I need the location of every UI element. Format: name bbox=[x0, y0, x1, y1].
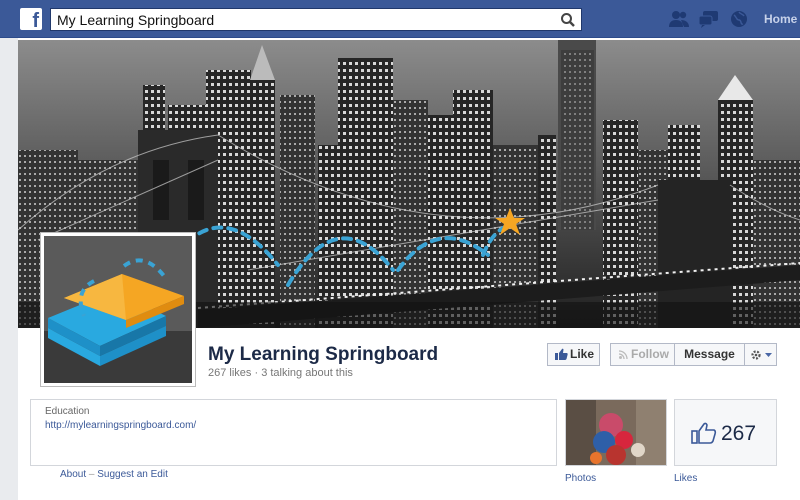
page-stats: 267 likes · 3 talking about this bbox=[208, 367, 353, 379]
page-category: Education bbox=[45, 406, 90, 417]
profile-picture[interactable] bbox=[40, 232, 196, 387]
photos-label[interactable]: Photos bbox=[565, 473, 596, 484]
follow-button[interactable]: Follow bbox=[611, 344, 675, 365]
thumbs-up-icon bbox=[555, 348, 568, 360]
likes-count: 267 bbox=[721, 422, 757, 445]
page-title[interactable]: My Learning Springboard bbox=[208, 344, 438, 366]
rss-icon bbox=[619, 350, 628, 359]
about-box: Education http://mylearningspringboard.c… bbox=[30, 399, 557, 466]
chevron-down-icon bbox=[765, 353, 772, 357]
photos-thumbnail[interactable] bbox=[565, 399, 667, 466]
profile-picture-image bbox=[44, 236, 192, 383]
settings-dropdown-button[interactable] bbox=[745, 344, 777, 365]
facebook-logo[interactable]: f bbox=[20, 8, 42, 30]
website-link[interactable]: http://mylearningspringboard.com/ bbox=[45, 420, 196, 431]
messages-icon[interactable] bbox=[698, 9, 720, 29]
about-link[interactable]: About bbox=[60, 469, 86, 480]
gear-icon bbox=[751, 350, 772, 360]
thumbs-up-icon bbox=[691, 422, 717, 444]
like-button[interactable]: Like bbox=[547, 343, 600, 366]
likes-box[interactable]: 267 bbox=[674, 399, 777, 466]
top-navigation-bar: f My Learning Springboard Home bbox=[0, 0, 800, 38]
home-link[interactable]: Home bbox=[764, 12, 797, 26]
like-button-label: Like bbox=[570, 347, 595, 361]
about-links: About – Suggest an Edit bbox=[60, 469, 168, 480]
suggest-edit-link[interactable]: Suggest an Edit bbox=[97, 469, 168, 480]
photo-thumbnail-image bbox=[566, 400, 666, 465]
book-logo-image bbox=[44, 236, 192, 383]
friend-requests-icon[interactable] bbox=[668, 9, 690, 29]
search-input-value: My Learning Springboard bbox=[57, 12, 215, 28]
notifications-icon[interactable] bbox=[728, 9, 750, 29]
likes-label[interactable]: Likes bbox=[674, 473, 697, 484]
page-actions-group: Follow Message bbox=[610, 343, 777, 366]
message-button[interactable]: Message bbox=[675, 344, 745, 365]
link-separator: – bbox=[88, 469, 95, 480]
follow-button-label: Follow bbox=[631, 347, 669, 361]
search-input[interactable]: My Learning Springboard bbox=[50, 8, 582, 31]
search-icon[interactable] bbox=[559, 11, 577, 29]
